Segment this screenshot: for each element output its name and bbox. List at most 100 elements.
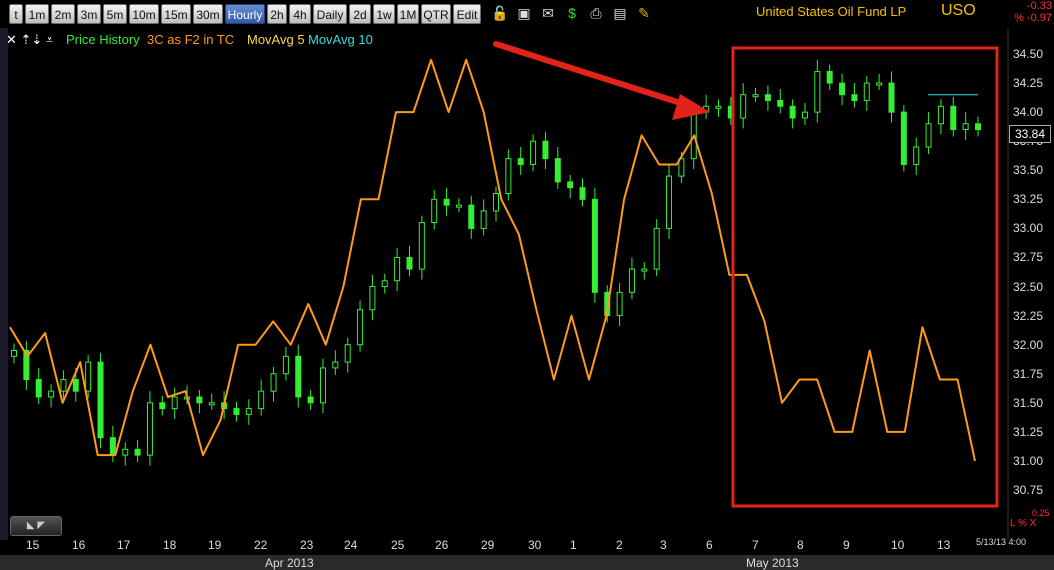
candle-body [666,175,673,229]
candle-body [282,355,289,375]
timeframe-10m[interactable]: 10m [129,4,159,24]
highlight-box [731,46,999,508]
timeframe-3m[interactable]: 3m [77,4,101,24]
candle-body [900,111,907,165]
dollar-icon[interactable]: $ [562,3,582,23]
timeframe-edit[interactable]: Edit [453,4,481,24]
candle-body [950,105,957,131]
legend-ma5[interactable]: MovAvg 5 [247,32,305,47]
scale-mode-toggle[interactable]: L % X [1010,518,1036,529]
chart-canvas[interactable] [0,0,1054,570]
left-scroll-strip[interactable] [0,28,8,540]
candle-body [11,349,17,357]
candle-body [567,181,574,189]
x-tick-label: 24 [344,538,358,552]
symbol-ticker: USO [941,2,976,19]
candle-body [344,344,351,363]
candle-body [542,140,549,160]
candle-body [171,396,178,410]
candle-body [332,361,339,369]
candle-body [319,367,326,404]
x-tick-label: 25 [391,538,405,552]
candle-body [97,361,104,439]
timeframe-qtr[interactable]: QTR [421,4,451,24]
month-label: May 2013 [746,556,799,570]
candle-body [196,396,203,404]
candle-body [455,204,462,208]
scroll-handle[interactable]: ◣ ◤ [10,516,62,536]
candle-body [740,94,747,119]
candle-body [122,448,129,456]
legend-ma10[interactable]: MovAvg 10 [308,32,373,47]
candle-body [863,82,870,102]
x-tick-label: 29 [481,538,495,552]
timeframe-hourly[interactable]: Hourly [225,4,265,24]
symbol-name: United States Oil Fund LP [756,4,907,19]
timeframe-1m[interactable]: 1m [25,4,49,24]
candle-body [801,111,808,119]
last-price-label: 33.84 [1009,125,1051,143]
timestamp: 5/13/13 4:00 [976,537,1027,547]
candle-body [245,408,252,415]
candle-body [48,390,55,398]
x-tick-label: 3 [660,538,667,552]
candle-body [826,70,833,84]
y-tick-label: 34.00 [1013,105,1044,120]
timeframe-15m[interactable]: 15m [161,4,191,24]
x-tick-label: 30 [528,538,542,552]
print-icon[interactable]: ⎙ [586,3,606,23]
x-tick-label: 23 [300,538,314,552]
y-tick-label: 33.50 [1013,163,1044,178]
x-tick-label: 13 [937,538,951,552]
candle-body [851,94,858,102]
timeframe-2h[interactable]: 2h [267,4,287,24]
x-tick-label: 15 [26,538,40,552]
timeframe-1m[interactable]: 1M [397,4,419,24]
timeframe-2d[interactable]: 2d [349,4,371,24]
candle-body [468,204,475,229]
y-tick-label: 32.75 [1013,250,1044,265]
candle-body [752,94,759,98]
candle-body [554,158,561,183]
legend-price-history[interactable]: Price History [66,32,140,47]
change-value: -0.33 [1026,0,1052,12]
candle-body [530,140,537,165]
candle-body [270,373,277,392]
timeframe-t[interactable]: t [9,4,23,24]
candle-body [394,256,401,282]
candle-body [962,123,969,131]
y-tick-label: 34.50 [1013,47,1044,61]
pencil-icon[interactable]: ✎ [634,3,654,23]
candle-body [418,222,425,270]
timeframe-2m[interactable]: 2m [51,4,75,24]
lock-icon[interactable]: 🔓 [490,3,510,23]
candle-body [876,82,883,86]
month-axis-bar [0,555,1054,570]
timeframe-1w[interactable]: 1w [373,4,395,24]
timeframe-5m[interactable]: 5m [103,4,127,24]
y-tick-label: 30.75 [1013,483,1044,497]
candle-body [888,82,895,113]
save-icon[interactable]: ▣ [514,3,534,23]
x-tick-label: 9 [843,538,850,552]
screen-icon[interactable]: ▤ [610,3,630,23]
candle-body [109,437,116,456]
candle-body [517,158,524,165]
legend-controls[interactable]: ✕ ⇡⇣ ⩡ [6,32,53,48]
candle-body [641,268,648,272]
timeframe-30m[interactable]: 30m [193,4,223,24]
x-tick-label: 18 [163,538,177,552]
y-tick-label: 31.75 [1013,366,1044,381]
timeframe-4h[interactable]: 4h [289,4,311,24]
candle-body [764,94,771,102]
candle-body [839,82,846,96]
mail-icon[interactable]: ✉ [538,3,558,23]
legend-indicator[interactable]: 3C as F2 in TC [147,32,234,47]
candle-body [60,379,67,392]
x-tick-label: 6 [706,538,713,552]
candle-body [233,408,240,415]
pct-readout: 0.25 [1032,508,1050,518]
month-label: Apr 2013 [265,556,314,570]
candle-body [814,70,821,113]
timeframe-daily[interactable]: Daily [313,4,347,24]
